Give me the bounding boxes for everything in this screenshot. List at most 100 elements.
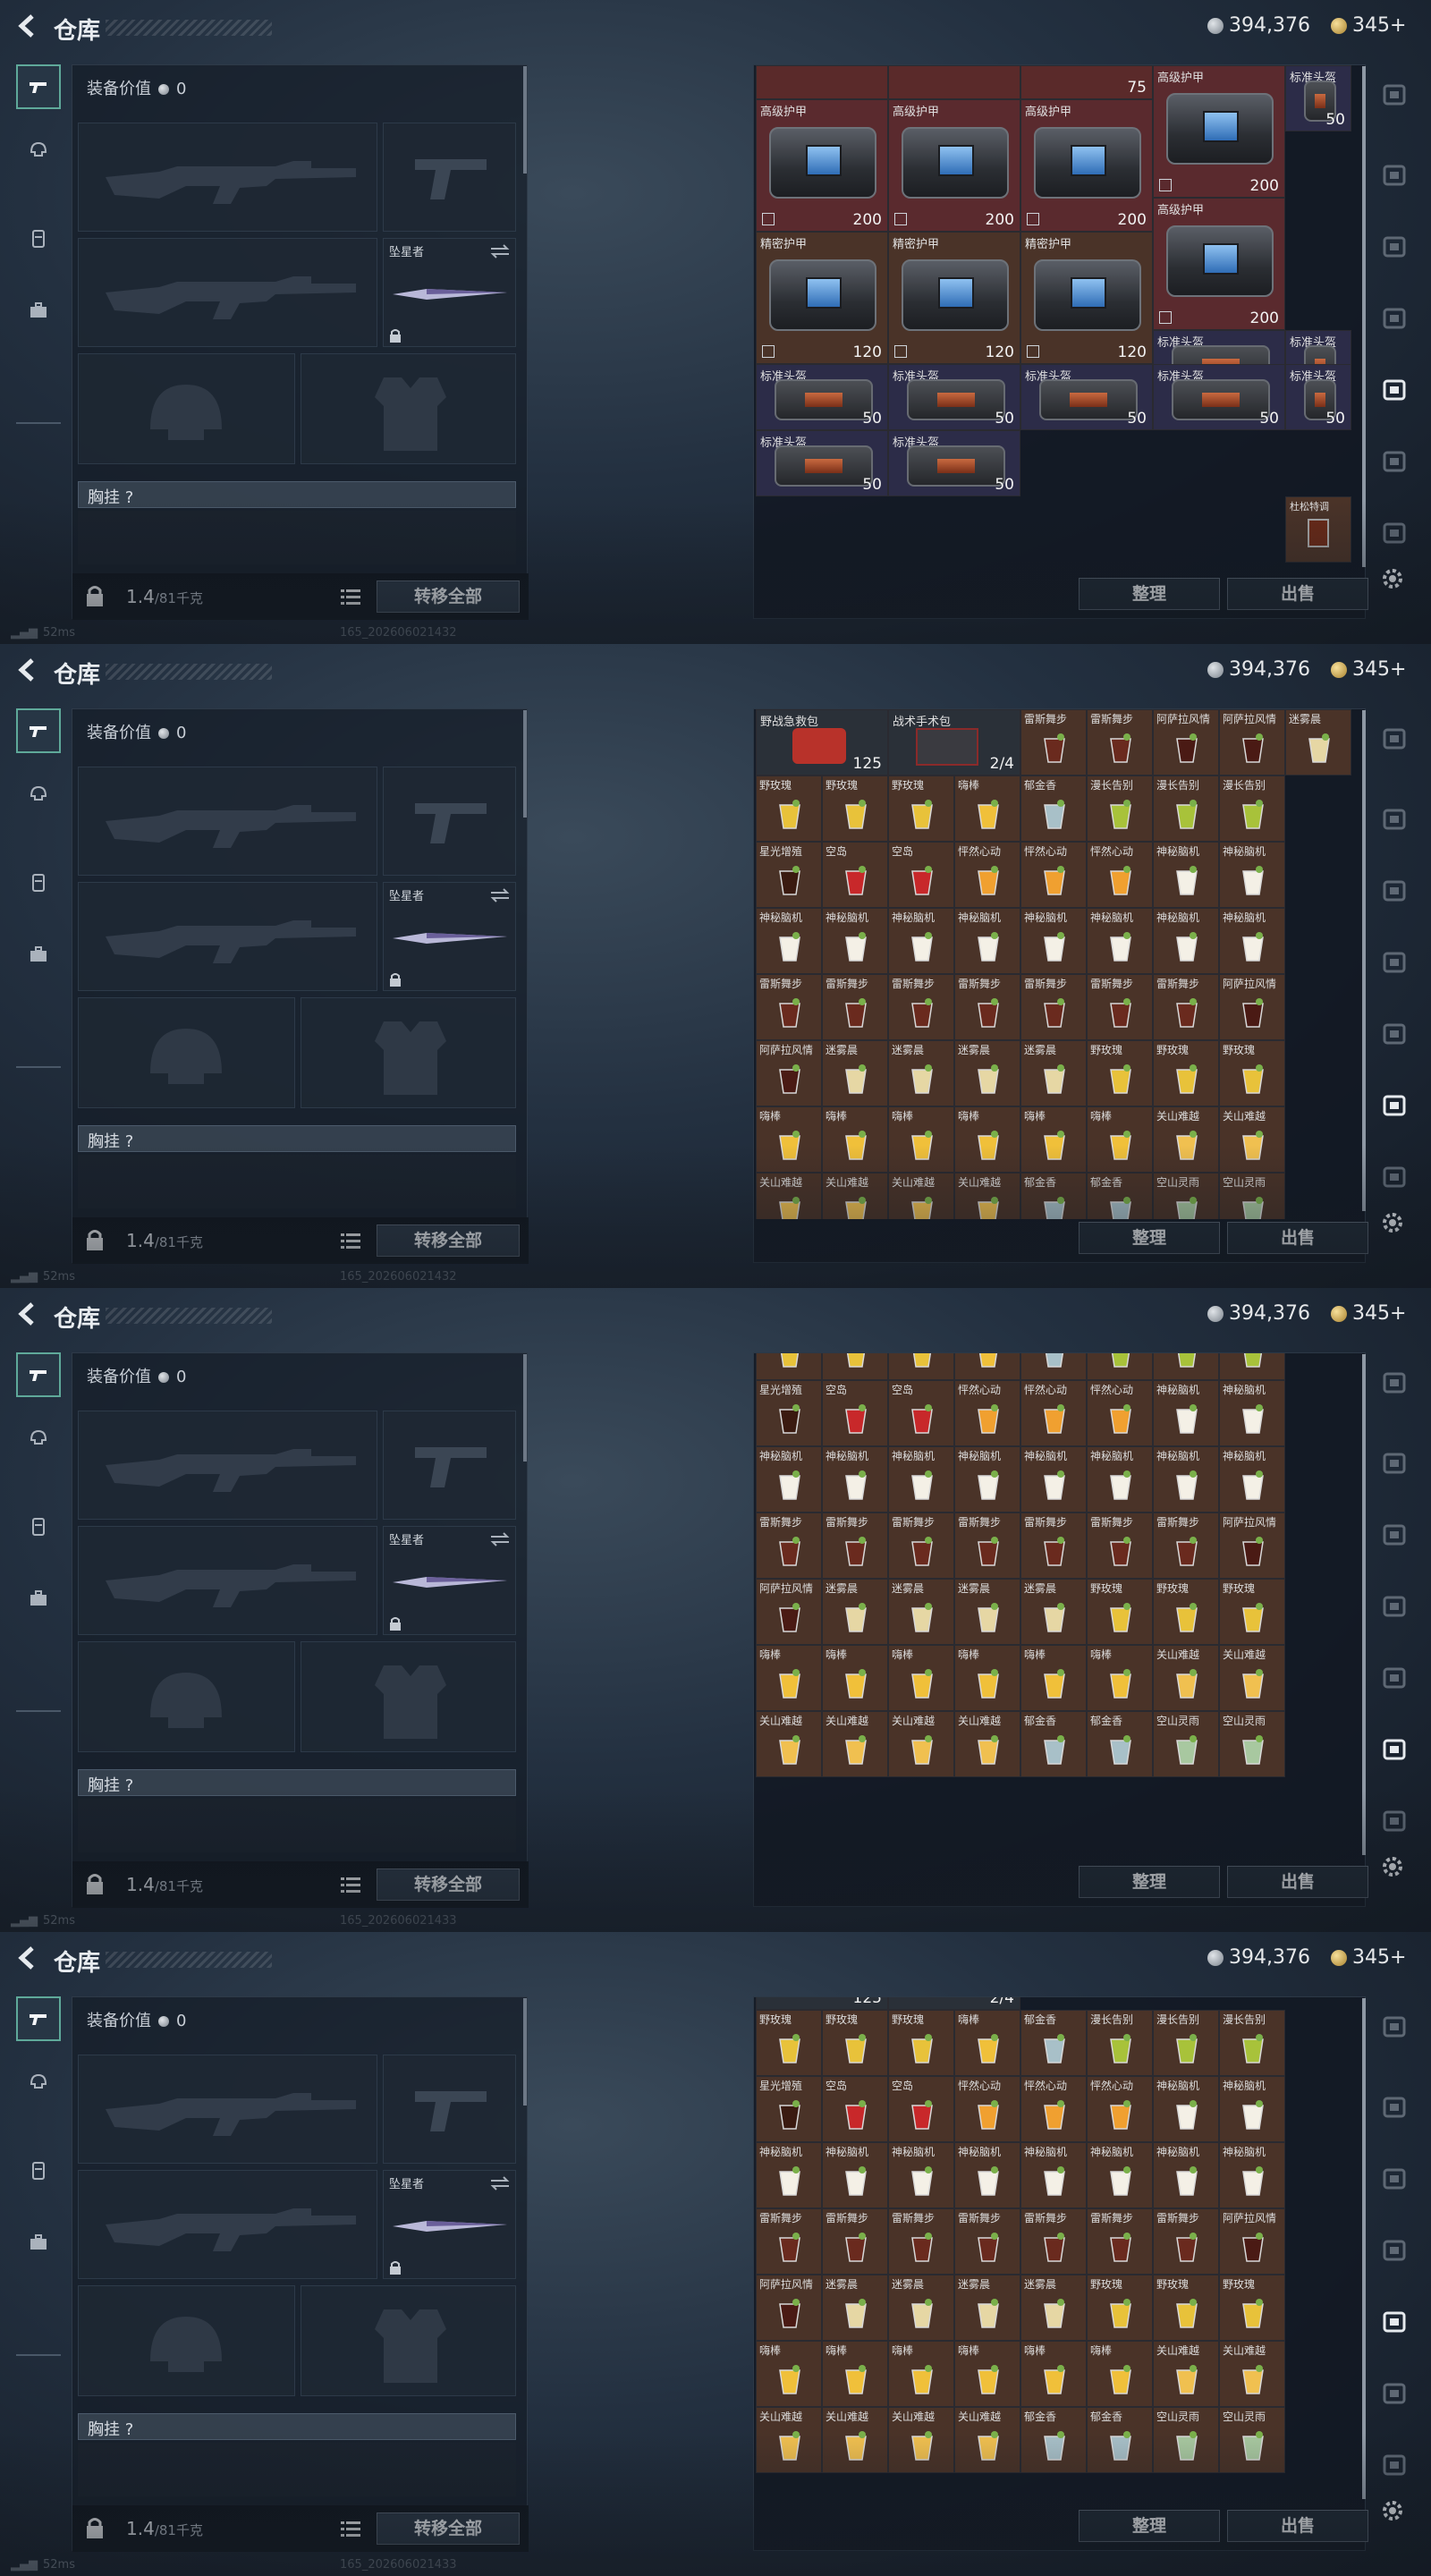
drink-item[interactable]: 雷斯舞步 <box>1020 2208 1087 2275</box>
drink-item[interactable]: 迷雾晨 <box>888 1579 954 1645</box>
drink-item[interactable]: 雷斯舞步 <box>756 974 822 1040</box>
drink-item[interactable]: 雷斯舞步 <box>888 974 954 1040</box>
drink-item[interactable]: 雷斯舞步 <box>1153 2208 1219 2275</box>
container-tab[interactable] <box>1381 2451 1410 2479</box>
gear-icon[interactable] <box>1379 565 1406 592</box>
loadout-scrollbar[interactable] <box>523 1998 527 2106</box>
drink-item[interactable]: 怦然心动 <box>1020 842 1087 908</box>
drink-item[interactable]: 嗨棒 <box>822 2341 888 2407</box>
drink-item[interactable]: 神秘脑机 <box>1087 2142 1153 2208</box>
back-arrow-icon[interactable] <box>14 13 41 39</box>
secondary-weapon-slot[interactable] <box>78 1526 377 1635</box>
drink-item[interactable]: 神秘脑机 <box>888 1446 954 1513</box>
drink-item[interactable]: 空山灵雨 <box>1219 1711 1285 1777</box>
drink-item[interactable]: 星光增殖 <box>756 2076 822 2142</box>
drink-item[interactable]: 漫长告别 <box>1087 775 1153 842</box>
drink-item[interactable]: 星光增殖 <box>756 1380 822 1446</box>
drink-item[interactable]: 嗨棒 <box>1020 2341 1087 2407</box>
back-arrow-icon[interactable] <box>14 1945 41 1971</box>
armor-slot[interactable] <box>301 997 516 1108</box>
drink-item[interactable]: 雷斯舞步 <box>954 1513 1020 1579</box>
drink-item[interactable]: 星光增殖 <box>756 842 822 908</box>
drink-item[interactable]: 雷斯舞步 <box>1087 974 1153 1040</box>
drink-item[interactable]: 雷斯舞步 <box>954 974 1020 1040</box>
drink-item[interactable]: 神秘脑机 <box>1087 1446 1153 1513</box>
helmet-item[interactable]: 标准头盔50 <box>1285 65 1351 131</box>
drink-item[interactable]: 杜松特调 <box>1285 496 1351 563</box>
helmet-item[interactable]: 标准头盔50 <box>756 364 888 430</box>
drink-item[interactable]: 迷雾晨 <box>954 1579 1020 1645</box>
drink-item[interactable]: 迷雾晨 <box>1285 709 1351 775</box>
drink-item[interactable]: 神秘脑机 <box>822 908 888 974</box>
drink-item[interactable]: 关山难越 <box>888 1173 954 1219</box>
container-tab[interactable] <box>1381 805 1410 834</box>
drink-item[interactable]: 雷斯舞步 <box>1153 1513 1219 1579</box>
loadout-scrollbar[interactable] <box>523 1354 527 1462</box>
drink-item[interactable]: 神秘脑机 <box>1219 842 1285 908</box>
drink-item[interactable]: 漫长告别 <box>1087 1353 1153 1380</box>
drink-item[interactable]: 神秘脑机 <box>954 908 1020 974</box>
drink-item[interactable]: 怦然心动 <box>1087 842 1153 908</box>
tab-vest[interactable] <box>16 216 61 261</box>
list-icon[interactable] <box>341 1232 360 1250</box>
drink-item[interactable]: 阿萨拉风情 <box>1153 709 1219 775</box>
container-tab[interactable] <box>1381 1091 1410 1120</box>
drink-item[interactable]: 嗨棒 <box>1087 2341 1153 2407</box>
drink-item[interactable]: 神秘脑机 <box>1087 908 1153 974</box>
sell-button[interactable]: 出售 <box>1227 2510 1368 2542</box>
armor-item[interactable]: 精密护甲 120 <box>1020 232 1153 364</box>
drink-item[interactable]: 郁金香 <box>1087 1711 1153 1777</box>
drink-item[interactable]: 漫长告别 <box>1219 775 1285 842</box>
drink-item[interactable]: 郁金香 <box>1087 1173 1153 1219</box>
secondary-weapon-slot[interactable] <box>78 882 377 991</box>
container-tab[interactable] <box>1381 304 1410 333</box>
drink-item[interactable]: 迷雾晨 <box>1020 1040 1087 1106</box>
drink-item[interactable]: 神秘脑机 <box>954 1446 1020 1513</box>
container-tab[interactable] <box>1381 1664 1410 1692</box>
drink-item[interactable]: 郁金香 <box>1087 2407 1153 2473</box>
drink-item[interactable]: 雷斯舞步 <box>1020 1513 1087 1579</box>
container-tab[interactable] <box>1381 1163 1410 1191</box>
container-tab[interactable] <box>1381 2165 1410 2193</box>
armor-slot[interactable] <box>301 353 516 464</box>
drink-item[interactable]: 嗨棒 <box>1087 1645 1153 1711</box>
drink-item[interactable]: 关山难越 <box>1219 1645 1285 1711</box>
drink-item[interactable]: 怦然心动 <box>1087 1380 1153 1446</box>
helmet-item[interactable]: 标准头盔50 <box>888 364 1020 430</box>
sort-button[interactable]: 整理 <box>1079 578 1220 610</box>
armor-item[interactable] <box>756 65 888 99</box>
drink-item[interactable]: 野玫瑰 <box>1153 1579 1219 1645</box>
drink-item[interactable]: 野玫瑰 <box>822 1353 888 1380</box>
drink-item[interactable]: 雷斯舞步 <box>756 1513 822 1579</box>
container-tab[interactable] <box>1381 80 1410 109</box>
drink-item[interactable]: 神秘脑机 <box>1020 908 1087 974</box>
loadout-scrollbar[interactable] <box>523 710 527 818</box>
helmet-slot[interactable] <box>78 353 295 464</box>
surgery-kit-item[interactable]: 2/4 <box>888 1997 1020 2010</box>
drink-item[interactable]: 关山难越 <box>756 1173 822 1219</box>
drink-item[interactable]: 嗨棒 <box>756 1106 822 1173</box>
drink-item[interactable]: 嗨棒 <box>756 1645 822 1711</box>
armor-item[interactable]: 高级护甲 200 <box>1153 65 1285 198</box>
gear-icon[interactable] <box>1379 1853 1406 1880</box>
transfer-all-button[interactable]: 转移全部 <box>377 580 520 613</box>
drink-item[interactable]: 迷雾晨 <box>954 1040 1020 1106</box>
container-tab[interactable] <box>1381 1807 1410 1835</box>
tab-armor[interactable] <box>16 127 61 172</box>
container-tab[interactable] <box>1381 2308 1410 2336</box>
helmet-slot[interactable] <box>78 2285 295 2396</box>
stash-scrollbar[interactable] <box>1362 710 1366 1211</box>
back-arrow-icon[interactable] <box>14 1301 41 1327</box>
drink-item[interactable]: 空岛 <box>888 2076 954 2142</box>
drink-item[interactable]: 郁金香 <box>1020 1711 1087 1777</box>
drink-item[interactable]: 野玫瑰 <box>1087 1579 1153 1645</box>
drink-item[interactable]: 郁金香 <box>1020 2407 1087 2473</box>
drink-item[interactable]: 怦然心动 <box>1087 2076 1153 2142</box>
drink-item[interactable]: 漫长告别 <box>1219 2010 1285 2076</box>
drink-item[interactable]: 雷斯舞步 <box>1020 974 1087 1040</box>
drink-item[interactable]: 神秘脑机 <box>756 908 822 974</box>
container-tab[interactable] <box>1381 1592 1410 1621</box>
container-tab[interactable] <box>1381 519 1410 547</box>
tab-backpack[interactable] <box>16 2220 61 2265</box>
drink-item[interactable]: 嗨棒 <box>1020 1645 1087 1711</box>
